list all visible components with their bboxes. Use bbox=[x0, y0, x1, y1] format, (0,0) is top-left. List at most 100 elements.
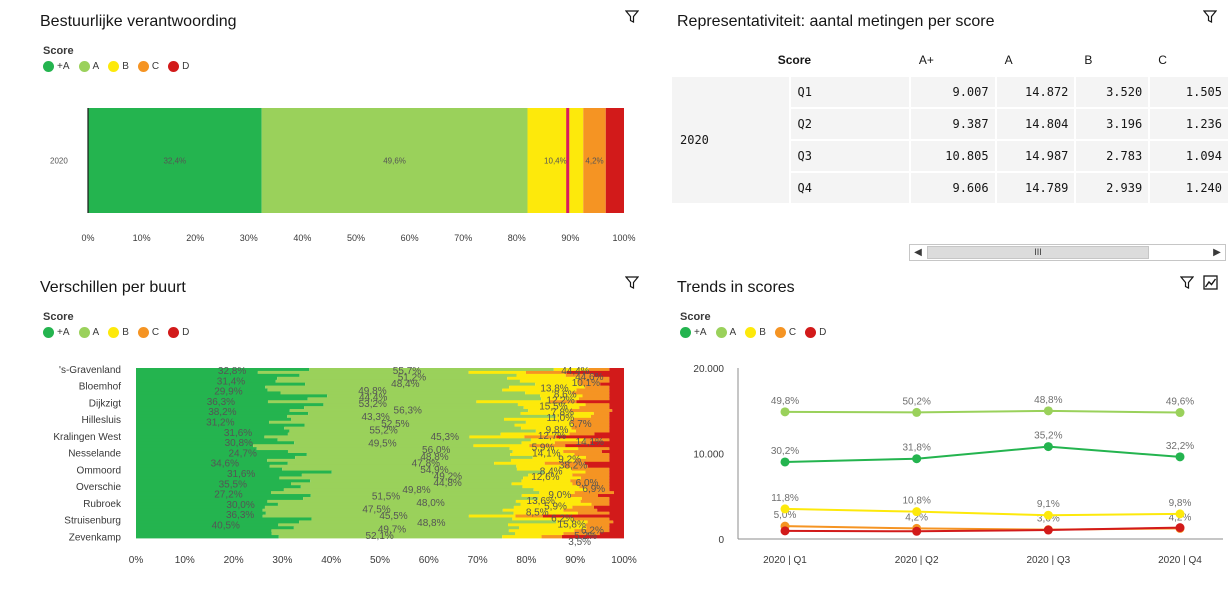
bar-segment bbox=[579, 406, 610, 410]
table-cell: 9.007 bbox=[908, 75, 997, 109]
bar-segment bbox=[572, 505, 595, 510]
legend-item[interactable]: +A bbox=[680, 327, 707, 338]
bar-label: 48,0% bbox=[416, 498, 444, 509]
legend: +A A B C D bbox=[43, 61, 189, 72]
bar-segment bbox=[609, 473, 624, 477]
bar-segment bbox=[576, 388, 610, 392]
legend-swatch bbox=[774, 327, 786, 338]
legend-swatch bbox=[108, 61, 120, 72]
bar-segment bbox=[277, 502, 521, 507]
legend-label: A bbox=[92, 61, 100, 72]
legend-title: Score bbox=[43, 311, 74, 323]
scroll-left-icon[interactable]: ◀ bbox=[910, 245, 926, 260]
legend-item[interactable]: D bbox=[168, 327, 189, 338]
category-label: Bloemhof bbox=[79, 382, 121, 393]
legend-item[interactable]: C bbox=[137, 327, 159, 338]
horizontal-scrollbar[interactable]: ◀ III ▶ bbox=[909, 244, 1226, 261]
legend-item[interactable]: D bbox=[805, 327, 826, 338]
bar-segment bbox=[502, 535, 542, 539]
x-tick-label: 2020 | Q4 bbox=[1158, 555, 1202, 566]
bar-segment bbox=[136, 438, 278, 442]
bar-label: 53,2% bbox=[359, 399, 387, 410]
legend-title: Score bbox=[680, 311, 711, 323]
scroll-thumb[interactable]: III bbox=[927, 246, 1149, 259]
x-tick-label: 60% bbox=[419, 555, 439, 566]
bar-segment bbox=[609, 455, 624, 460]
legend-item[interactable]: A bbox=[715, 327, 736, 338]
bar-segment bbox=[280, 391, 526, 395]
bar-segment bbox=[136, 502, 278, 507]
bar-segment bbox=[609, 511, 624, 515]
category-label: Rubroek bbox=[83, 499, 122, 510]
legend-swatch bbox=[137, 327, 149, 338]
bar-segment bbox=[609, 385, 624, 389]
bar-segment bbox=[609, 438, 624, 442]
legend-label: D bbox=[182, 327, 190, 338]
x-tick-label: 20% bbox=[186, 233, 204, 243]
data-label: 49,8% bbox=[771, 396, 799, 407]
bar-segment bbox=[609, 426, 624, 430]
legend-swatch bbox=[78, 327, 90, 338]
data-point bbox=[780, 407, 790, 417]
filter-icon[interactable] bbox=[625, 10, 639, 24]
chart-type-icon[interactable] bbox=[1203, 275, 1218, 290]
bar-label: 14,1% bbox=[576, 437, 604, 448]
bar-segment bbox=[136, 488, 284, 492]
bar-segment bbox=[609, 523, 624, 527]
legend-label: +A bbox=[57, 61, 70, 72]
legend-item[interactable]: A bbox=[78, 61, 100, 72]
table-cell: 1.240 bbox=[1148, 171, 1230, 205]
filter-icon[interactable] bbox=[1180, 276, 1194, 290]
x-tick-label: 0% bbox=[129, 555, 144, 566]
table-header-col[interactable]: A+ bbox=[908, 43, 997, 77]
legend-item[interactable]: B bbox=[745, 327, 766, 338]
data-point bbox=[1175, 408, 1185, 418]
scroll-right-icon[interactable]: ▶ bbox=[1209, 245, 1225, 260]
bar-segment bbox=[585, 455, 610, 460]
bar-segment bbox=[569, 409, 613, 413]
y-tick-label: 20.000 bbox=[693, 364, 724, 375]
data-point bbox=[1175, 509, 1185, 519]
table-header-col[interactable]: B bbox=[1074, 43, 1151, 77]
legend-item[interactable]: C bbox=[137, 61, 159, 72]
x-tick-label: 10% bbox=[175, 555, 195, 566]
x-tick-label: 50% bbox=[370, 555, 390, 566]
legend-item[interactable]: D bbox=[168, 61, 189, 72]
legend-item[interactable]: C bbox=[774, 327, 796, 338]
data-label: 31,8% bbox=[902, 443, 930, 454]
legend-item[interactable]: +A bbox=[43, 61, 70, 72]
data-label: 49,6% bbox=[1166, 397, 1194, 408]
bar-segment bbox=[136, 535, 279, 539]
bar-label: 48,8% bbox=[417, 518, 445, 529]
bar-segment bbox=[136, 400, 268, 404]
table-header-col[interactable]: C bbox=[1148, 43, 1230, 77]
bar-segment bbox=[587, 464, 624, 469]
bar-segment bbox=[591, 502, 610, 507]
bar-segment bbox=[136, 464, 270, 469]
legend-item[interactable]: B bbox=[108, 61, 129, 72]
filter-icon[interactable] bbox=[625, 276, 639, 290]
legend: +A A B C D bbox=[680, 327, 826, 338]
legend-item[interactable]: A bbox=[78, 327, 99, 338]
bar-segment bbox=[136, 473, 302, 477]
category-label: Nesselande bbox=[68, 449, 121, 460]
table-header-col[interactable]: A bbox=[994, 43, 1077, 77]
bar-segment bbox=[301, 473, 529, 477]
legend-swatch bbox=[43, 61, 54, 72]
bar-segment bbox=[519, 379, 578, 384]
x-tick-label: 30% bbox=[272, 555, 292, 566]
table-header-score[interactable]: Score bbox=[670, 43, 911, 77]
legend-item[interactable]: +A bbox=[43, 327, 70, 338]
bar-segment bbox=[609, 467, 624, 471]
data-point bbox=[912, 454, 922, 464]
category-label: Dijkzigt bbox=[89, 398, 121, 409]
bar-segment bbox=[594, 432, 624, 436]
data-label: 30,2% bbox=[771, 446, 799, 457]
filter-icon[interactable] bbox=[1203, 10, 1217, 24]
bar-segment bbox=[609, 447, 624, 451]
bar-segment bbox=[609, 517, 624, 521]
legend-item[interactable]: B bbox=[108, 327, 129, 338]
table-cell: 14.789 bbox=[994, 171, 1077, 205]
legend-swatch bbox=[168, 61, 180, 72]
table-cell: 1.505 bbox=[1148, 75, 1230, 109]
